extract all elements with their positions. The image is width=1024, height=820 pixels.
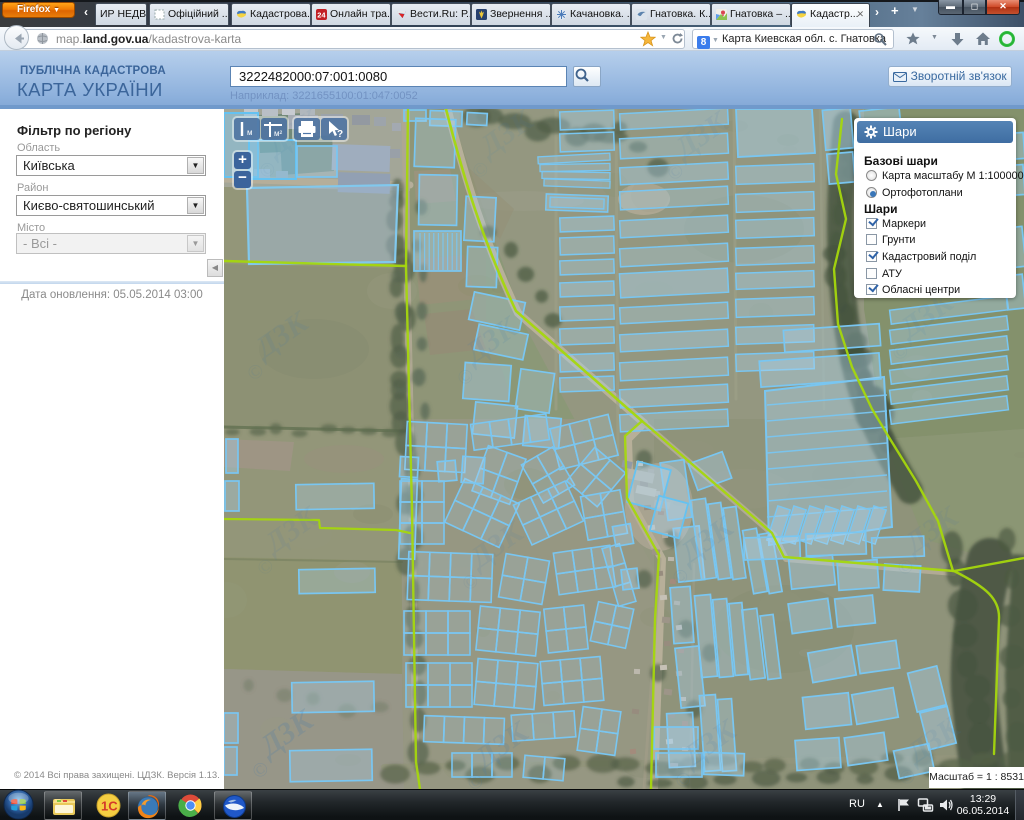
svg-text:м²: м² bbox=[274, 129, 283, 138]
svg-text:м: м bbox=[247, 128, 253, 137]
svg-text:?: ? bbox=[337, 129, 343, 140]
svg-text:1С: 1С bbox=[101, 799, 118, 814]
svg-text:24: 24 bbox=[317, 11, 326, 20]
